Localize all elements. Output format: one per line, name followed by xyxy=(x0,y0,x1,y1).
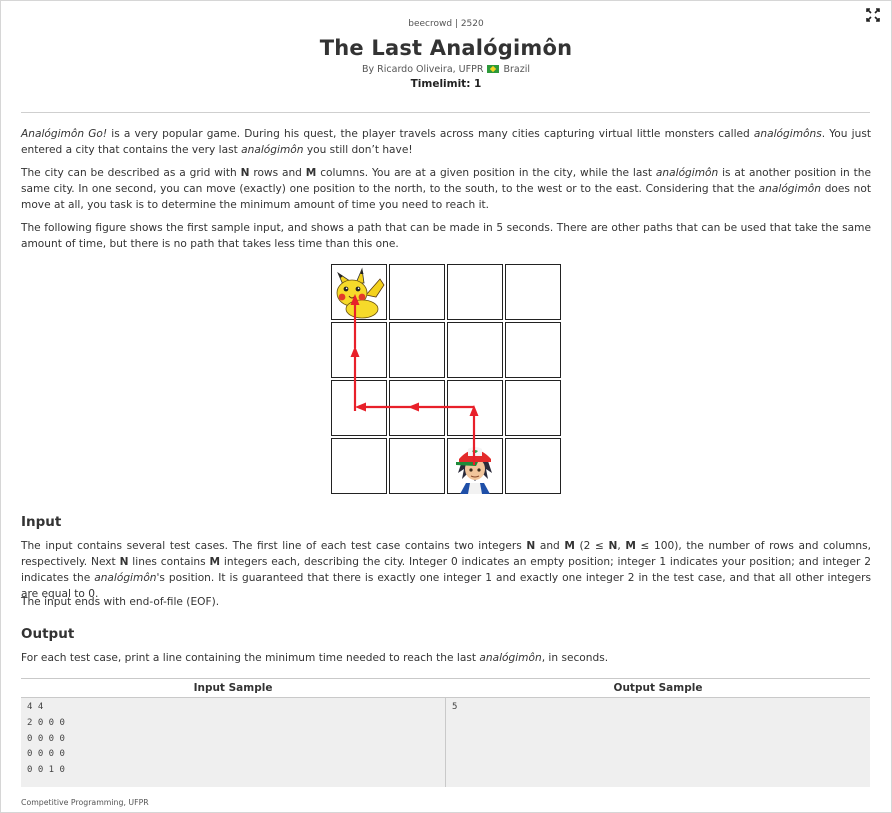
input-sample-header: Input Sample xyxy=(193,682,273,694)
header-divider xyxy=(21,112,870,113)
problem-author: By Ricardo Oliveira, UFPR Brazil xyxy=(0,64,892,75)
statement-paragraph-3: The following figure shows the first sam… xyxy=(21,222,871,250)
output-paragraph: For each test case, print a line contain… xyxy=(21,652,609,664)
author-country: Brazil xyxy=(503,64,530,75)
statement-paragraph-2: The city can be described as a grid with… xyxy=(21,167,872,211)
problem-title: The Last Analógimôn xyxy=(319,36,573,60)
input-sample-text[interactable]: 4 4 2 0 0 0 0 0 0 0 0 0 0 0 0 0 1 0 xyxy=(21,697,445,787)
input-heading: Input xyxy=(21,514,62,530)
problem-footer: Competitive Programming, UFPR xyxy=(21,798,149,807)
output-sample-text[interactable]: 5 xyxy=(446,697,870,787)
output-sample-header: Output Sample xyxy=(613,682,703,694)
input-paragraph-1: The input contains several test cases. T… xyxy=(21,540,872,600)
samples-table: Input Sample Output Sample 4 4 2 0 0 0 0… xyxy=(21,678,870,787)
output-heading: Output xyxy=(21,626,75,642)
input-paragraph-2: The input ends with end-of-file (EOF). xyxy=(21,596,220,608)
brazil-flag-icon xyxy=(487,65,500,73)
problem-statement: Analógimôn Go! is a very popular game. D… xyxy=(21,126,871,259)
author-name: By Ricardo Oliveira, UFPR xyxy=(362,64,484,75)
problem-header: beecrowd | 2520 The Last Analógimôn By R… xyxy=(0,19,892,90)
problem-source: beecrowd | 2520 xyxy=(408,19,484,29)
statement-paragraph-1: Analógimôn Go! is a very popular game. D… xyxy=(21,128,871,156)
path-arrows xyxy=(350,294,479,465)
problem-timelimit: Timelimit: 1 xyxy=(410,78,482,90)
grid-figure xyxy=(331,264,561,495)
samples-divider xyxy=(445,697,446,787)
